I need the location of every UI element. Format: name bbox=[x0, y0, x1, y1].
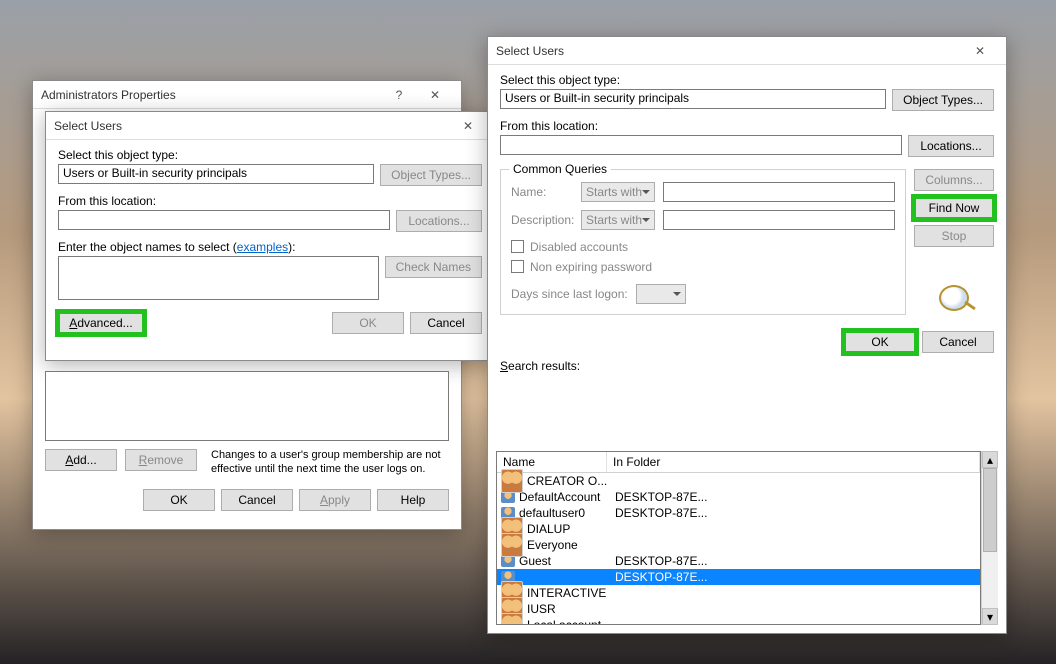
row-folder: DESKTOP-87E... bbox=[615, 570, 976, 584]
group-icon bbox=[501, 469, 523, 493]
add-button[interactable]: Add... bbox=[45, 449, 117, 471]
from-location-field[interactable] bbox=[58, 210, 390, 230]
ok-button[interactable]: OK bbox=[332, 312, 404, 334]
table-row[interactable]: defaultuser0DESKTOP-87E... bbox=[497, 505, 980, 521]
object-names-textarea[interactable] bbox=[58, 256, 379, 300]
non-expiring-checkbox[interactable] bbox=[511, 260, 524, 273]
name-match-combo[interactable]: Starts with bbox=[581, 182, 655, 202]
search-results-label: Search results: bbox=[500, 359, 994, 373]
table-row[interactable]: IUSR bbox=[497, 601, 980, 617]
find-now-button[interactable]: Find Now bbox=[914, 197, 994, 219]
table-row[interactable]: Everyone bbox=[497, 537, 980, 553]
select-users-advanced-window: Select Users ✕ Select this object type: … bbox=[487, 36, 1007, 634]
membership-note: Changes to a user's group membership are… bbox=[205, 449, 449, 477]
group-icon bbox=[501, 533, 523, 557]
help-button[interactable]: ? bbox=[381, 85, 417, 105]
cancel-button[interactable]: Cancel bbox=[922, 331, 994, 353]
locations-button[interactable]: Locations... bbox=[908, 135, 994, 157]
close-icon[interactable]: ✕ bbox=[962, 41, 998, 61]
row-name: Everyone bbox=[527, 538, 623, 552]
name-input[interactable] bbox=[663, 182, 895, 202]
table-row[interactable]: Local account bbox=[497, 617, 980, 625]
advanced-button[interactable]: Advanced... bbox=[58, 312, 144, 334]
ok-button[interactable]: OK bbox=[143, 489, 215, 511]
search-icon bbox=[939, 285, 969, 311]
from-location-label: From this location: bbox=[58, 194, 482, 208]
stop-button[interactable]: Stop bbox=[914, 225, 994, 247]
apply-button[interactable]: Apply bbox=[299, 489, 371, 511]
description-input[interactable] bbox=[663, 210, 895, 230]
row-name: DefaultAccount bbox=[519, 490, 615, 504]
vertical-scrollbar[interactable]: ▴ ▾ bbox=[981, 451, 998, 625]
adv-from-location-field[interactable] bbox=[500, 135, 902, 155]
remove-button[interactable]: Remove bbox=[125, 449, 197, 471]
desc-match-combo[interactable]: Starts with bbox=[581, 210, 655, 230]
select-users-titlebar: Select Users ✕ bbox=[46, 112, 494, 140]
object-type-field[interactable]: Users or Built-in security principals bbox=[58, 164, 374, 184]
description-label: Description: bbox=[511, 213, 573, 227]
ok-button[interactable]: OK bbox=[844, 331, 916, 353]
row-name: defaultuser0 bbox=[519, 506, 615, 520]
select-users-dialog: Select Users ✕ Select this object type: … bbox=[45, 111, 495, 361]
adv-titlebar: Select Users ✕ bbox=[488, 37, 1006, 65]
row-name: Guest bbox=[519, 554, 615, 568]
adv-from-location-label: From this location: bbox=[500, 119, 994, 133]
row-folder: DESKTOP-87E... bbox=[615, 554, 976, 568]
group-icon bbox=[501, 613, 523, 625]
close-icon[interactable]: ✕ bbox=[450, 116, 486, 136]
admin-titlebar: Administrators Properties ? ✕ bbox=[33, 81, 461, 109]
row-name: CREATOR O... bbox=[527, 474, 623, 488]
row-name: IUSR bbox=[527, 602, 623, 616]
select-users-title: Select Users bbox=[54, 119, 450, 133]
cancel-button[interactable]: Cancel bbox=[221, 489, 293, 511]
results-header[interactable]: Name In Folder bbox=[497, 452, 980, 473]
object-type-label: Select this object type: bbox=[58, 148, 482, 162]
non-expiring-label: Non expiring password bbox=[530, 260, 652, 274]
common-queries-legend: Common Queries bbox=[509, 162, 611, 176]
scroll-down-button[interactable]: ▾ bbox=[982, 608, 998, 625]
table-row[interactable]: DESKTOP-87E... bbox=[497, 569, 980, 585]
close-icon[interactable]: ✕ bbox=[417, 85, 453, 105]
disabled-accounts-label: Disabled accounts bbox=[530, 240, 628, 254]
results-list[interactable]: Name In Folder CREATOR O...DefaultAccoun… bbox=[496, 451, 981, 625]
disabled-accounts-checkbox[interactable] bbox=[511, 240, 524, 253]
adv-object-type-label: Select this object type: bbox=[500, 73, 994, 87]
cancel-button[interactable]: Cancel bbox=[410, 312, 482, 334]
table-row[interactable]: CREATOR O... bbox=[497, 473, 980, 489]
check-names-button[interactable]: Check Names bbox=[385, 256, 482, 278]
administrators-properties-window: Administrators Properties ? ✕ Select Use… bbox=[32, 80, 462, 530]
row-folder: DESKTOP-87E... bbox=[615, 490, 976, 504]
table-row[interactable]: INTERACTIVE bbox=[497, 585, 980, 601]
row-name: Local account bbox=[527, 618, 623, 625]
table-row[interactable]: DIALUP bbox=[497, 521, 980, 537]
scroll-thumb[interactable] bbox=[983, 468, 997, 552]
help-button[interactable]: Help bbox=[377, 489, 449, 511]
table-row[interactable]: GuestDESKTOP-87E... bbox=[497, 553, 980, 569]
enter-names-label: Enter the object names to select (exampl… bbox=[58, 240, 482, 254]
adv-title: Select Users bbox=[496, 44, 962, 58]
scroll-up-button[interactable]: ▴ bbox=[982, 451, 998, 468]
row-folder: DESKTOP-87E... bbox=[615, 506, 976, 520]
adv-object-type-field[interactable]: Users or Built-in security principals bbox=[500, 89, 886, 109]
days-since-combo[interactable] bbox=[636, 284, 686, 304]
members-listbox[interactable] bbox=[45, 371, 449, 441]
table-row[interactable]: DefaultAccountDESKTOP-87E... bbox=[497, 489, 980, 505]
name-label: Name: bbox=[511, 185, 573, 199]
admin-title: Administrators Properties bbox=[41, 88, 381, 102]
row-name: INTERACTIVE bbox=[527, 586, 623, 600]
col-folder[interactable]: In Folder bbox=[607, 452, 980, 472]
locations-button[interactable]: Locations... bbox=[396, 210, 482, 232]
days-since-label: Days since last logon: bbox=[511, 287, 628, 301]
examples-link[interactable]: examples bbox=[237, 240, 288, 254]
columns-button[interactable]: Columns... bbox=[914, 169, 994, 191]
search-results-panel: Name In Folder CREATOR O...DefaultAccoun… bbox=[496, 451, 998, 625]
row-name: DIALUP bbox=[527, 522, 623, 536]
object-types-button[interactable]: Object Types... bbox=[892, 89, 994, 111]
object-types-button[interactable]: Object Types... bbox=[380, 164, 482, 186]
